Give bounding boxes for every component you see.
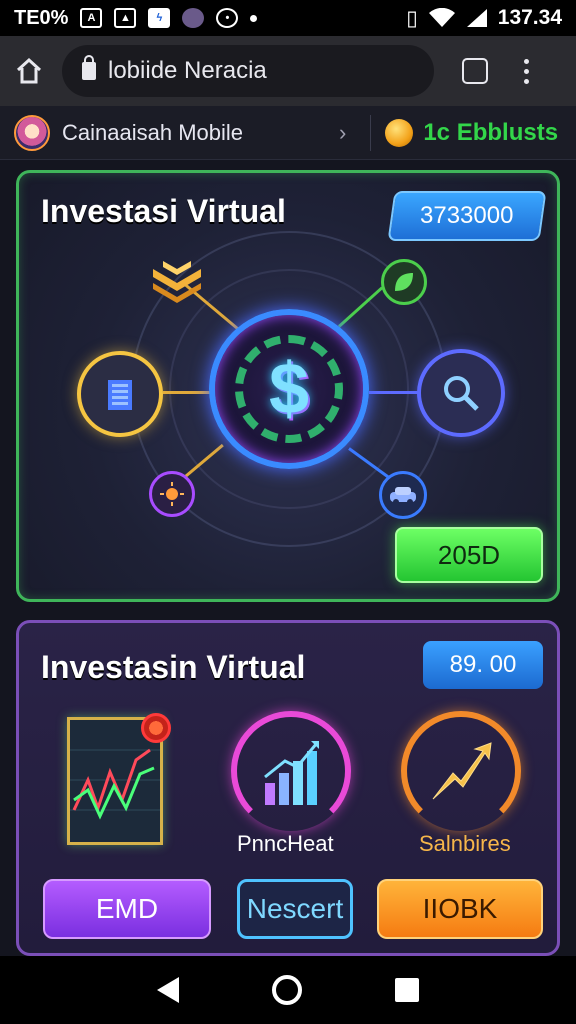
url-bar[interactable]: lobiide Neracia: [62, 45, 434, 97]
chevron-right-icon[interactable]: ›: [339, 120, 346, 146]
wifi-icon: [428, 8, 455, 27]
coin-icon: [385, 118, 414, 147]
car-icon[interactable]: [379, 471, 427, 519]
sun-icon[interactable]: [149, 471, 195, 517]
status-time: 137.34: [497, 6, 562, 29]
nescert-button[interactable]: Nescert: [237, 879, 353, 939]
building-icon[interactable]: [77, 351, 163, 437]
status-text: TE0%: [14, 6, 69, 29]
back-icon[interactable]: [156, 977, 179, 1003]
url-text: lobiide Neracia: [108, 57, 267, 84]
browser-toolbar: lobiide Neracia: [0, 36, 576, 106]
panel2-value[interactable]: 89. 00: [423, 641, 543, 689]
panel1-action-button[interactable]: 205D: [395, 527, 543, 583]
status-bar: TE0% A ▲ ϟ • ▯ 137.34: [0, 0, 576, 36]
panel1-value[interactable]: 3733000: [387, 191, 547, 241]
search-icon[interactable]: [417, 349, 505, 437]
investment-panel-2: Investasin Virtual 89. 00 PnncHeat Salnb…: [16, 620, 560, 956]
photo-icon: ▲: [114, 8, 137, 28]
gauge2-label: Salnbires: [419, 831, 511, 856]
divider: [370, 114, 372, 151]
gauge1-label: PnncHeat: [237, 831, 334, 856]
panel2-title: Investasin Virtual: [41, 649, 306, 685]
phone-screen: TE0% A ▲ ϟ • ▯ 137.34 lobiide Neracia Ca…: [0, 0, 576, 1024]
home-icon[interactable]: [14, 56, 44, 86]
bar-chart-icon: [264, 741, 319, 805]
panel1-value-text: 3733000: [420, 202, 514, 229]
recent-apps-icon[interactable]: [395, 978, 420, 1002]
panel1-title: Investasi Virtual: [41, 193, 286, 229]
bolt-icon: ϟ: [148, 8, 171, 28]
a-icon: A: [80, 8, 103, 28]
connector-line: [163, 391, 213, 394]
leaf-icon[interactable]: [381, 259, 427, 305]
chevron-stack-icon: [153, 261, 201, 303]
tab-switcher-button[interactable]: [462, 58, 488, 84]
lightning-icon: [432, 742, 492, 800]
gear-icon: [235, 335, 343, 443]
investment-panel-1: Investasi Virtual 3733000 $ 205D: [16, 170, 560, 602]
overflow-menu-button[interactable]: [524, 58, 529, 84]
coin-balance[interactable]: 1c Ebblusts: [423, 119, 558, 147]
status-left: TE0% A ▲ ϟ •: [14, 6, 258, 30]
badge-icon: [141, 713, 171, 743]
emd-button[interactable]: EMD: [43, 879, 211, 939]
connector-line: [369, 391, 419, 394]
status-right: ▯ 137.34: [406, 6, 562, 31]
lock-icon: [82, 55, 96, 80]
app-header: Cainaaisah Mobile › 1c Ebblusts: [0, 106, 576, 160]
app-name: Cainaaisah Mobile: [62, 119, 243, 145]
signal-icon: [466, 9, 487, 27]
vibrate-icon: ▯: [406, 6, 418, 30]
app-logo: [14, 114, 50, 151]
dot-icon: [250, 14, 258, 22]
system-nav-bar: [0, 956, 576, 1024]
timer-icon: •: [216, 8, 239, 28]
app-icon: [182, 8, 205, 28]
dollar-hub-icon[interactable]: $: [209, 309, 369, 469]
home-circle-icon[interactable]: [271, 975, 302, 1005]
iiobk-button[interactable]: IIOBK: [377, 879, 543, 939]
